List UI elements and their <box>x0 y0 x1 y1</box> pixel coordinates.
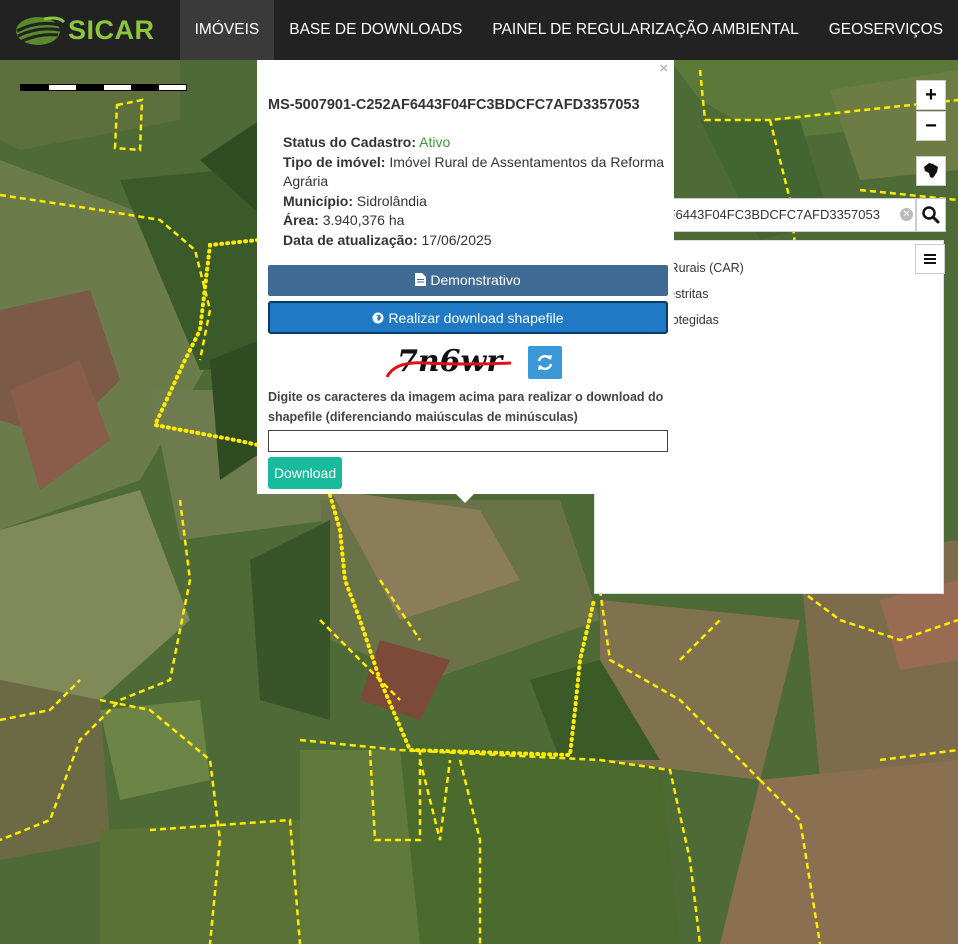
zoom-in-button[interactable]: + <box>916 80 946 110</box>
property-code-title: MS-5007901-C252AF6443F04FC3BDCFC7AFD3357… <box>268 97 640 113</box>
property-info: Status do Cadastro: Ativo Tipo de imóvel… <box>283 133 668 250</box>
area-value: 3.940,376 ha <box>322 212 405 228</box>
municipio-value: Sidrolândia <box>356 192 427 209</box>
status-label: Status do Cadastro: <box>283 134 417 150</box>
clear-search-icon[interactable]: ✕ <box>900 208 913 221</box>
captcha-image: 7n6wr <box>385 344 511 379</box>
status-value: Ativo <box>419 134 451 150</box>
demonstrativo-button[interactable]: Demonstrativo <box>268 265 668 296</box>
area-label: Área: <box>283 212 319 228</box>
zoom-out-button[interactable]: − <box>916 111 946 141</box>
municipio-label: Município: <box>283 192 353 209</box>
close-icon[interactable]: × <box>659 60 668 77</box>
nav-item-painel-regularizacao[interactable]: PAINEL DE REGULARIZAÇÃO AMBIENTAL <box>477 0 813 60</box>
brazil-map-icon <box>924 163 938 178</box>
data-atualizacao-label: Data de atualização: <box>283 231 418 248</box>
nav-item-base-de-downloads[interactable]: BASE DE DOWNLOADS <box>274 0 477 60</box>
download-button[interactable]: Download <box>268 457 342 489</box>
demonstrativo-label: Demonstrativo <box>430 272 521 288</box>
globe-icon <box>372 312 384 324</box>
property-popup: × MS-5007901-C252AF6443F04FC3BDCFC7AFD33… <box>257 60 674 494</box>
sicar-logo-icon <box>16 16 66 45</box>
captcha-instructions: Digite os caracteres da imagem acima par… <box>268 390 664 424</box>
data-atualizacao-value: 17/06/2025 <box>421 231 492 248</box>
nav-item-imoveis[interactable]: IMÓVEIS <box>179 0 275 60</box>
logo-text: SICAR <box>68 14 155 45</box>
hamburger-menu-icon <box>924 254 936 264</box>
shapefile-label: Realizar download shapefile <box>388 310 564 326</box>
scale-bar <box>20 84 187 91</box>
download-shapefile-button[interactable]: Realizar download shapefile <box>268 301 668 334</box>
brazil-extent-button[interactable] <box>916 156 946 186</box>
popup-pointer <box>455 493 475 503</box>
search-button[interactable] <box>916 198 946 232</box>
main-nav: IMÓVEIS BASE DE DOWNLOADS PAINEL DE REGU… <box>179 0 958 60</box>
sicar-logo[interactable]: SICAR <box>14 12 155 48</box>
captcha-input[interactable] <box>268 430 668 452</box>
top-navbar: SICAR IMÓVEIS BASE DE DOWNLOADS PAINEL D… <box>0 0 958 60</box>
tipo-label: Tipo de imóvel: <box>283 153 386 170</box>
refresh-icon <box>537 354 553 371</box>
layers-toggle-button[interactable] <box>915 244 945 274</box>
refresh-captcha-button[interactable] <box>528 346 562 379</box>
nav-item-geoservicos[interactable]: GEOSERVIÇOS <box>814 0 958 60</box>
magnifier-icon <box>922 206 940 224</box>
document-icon <box>415 273 427 286</box>
